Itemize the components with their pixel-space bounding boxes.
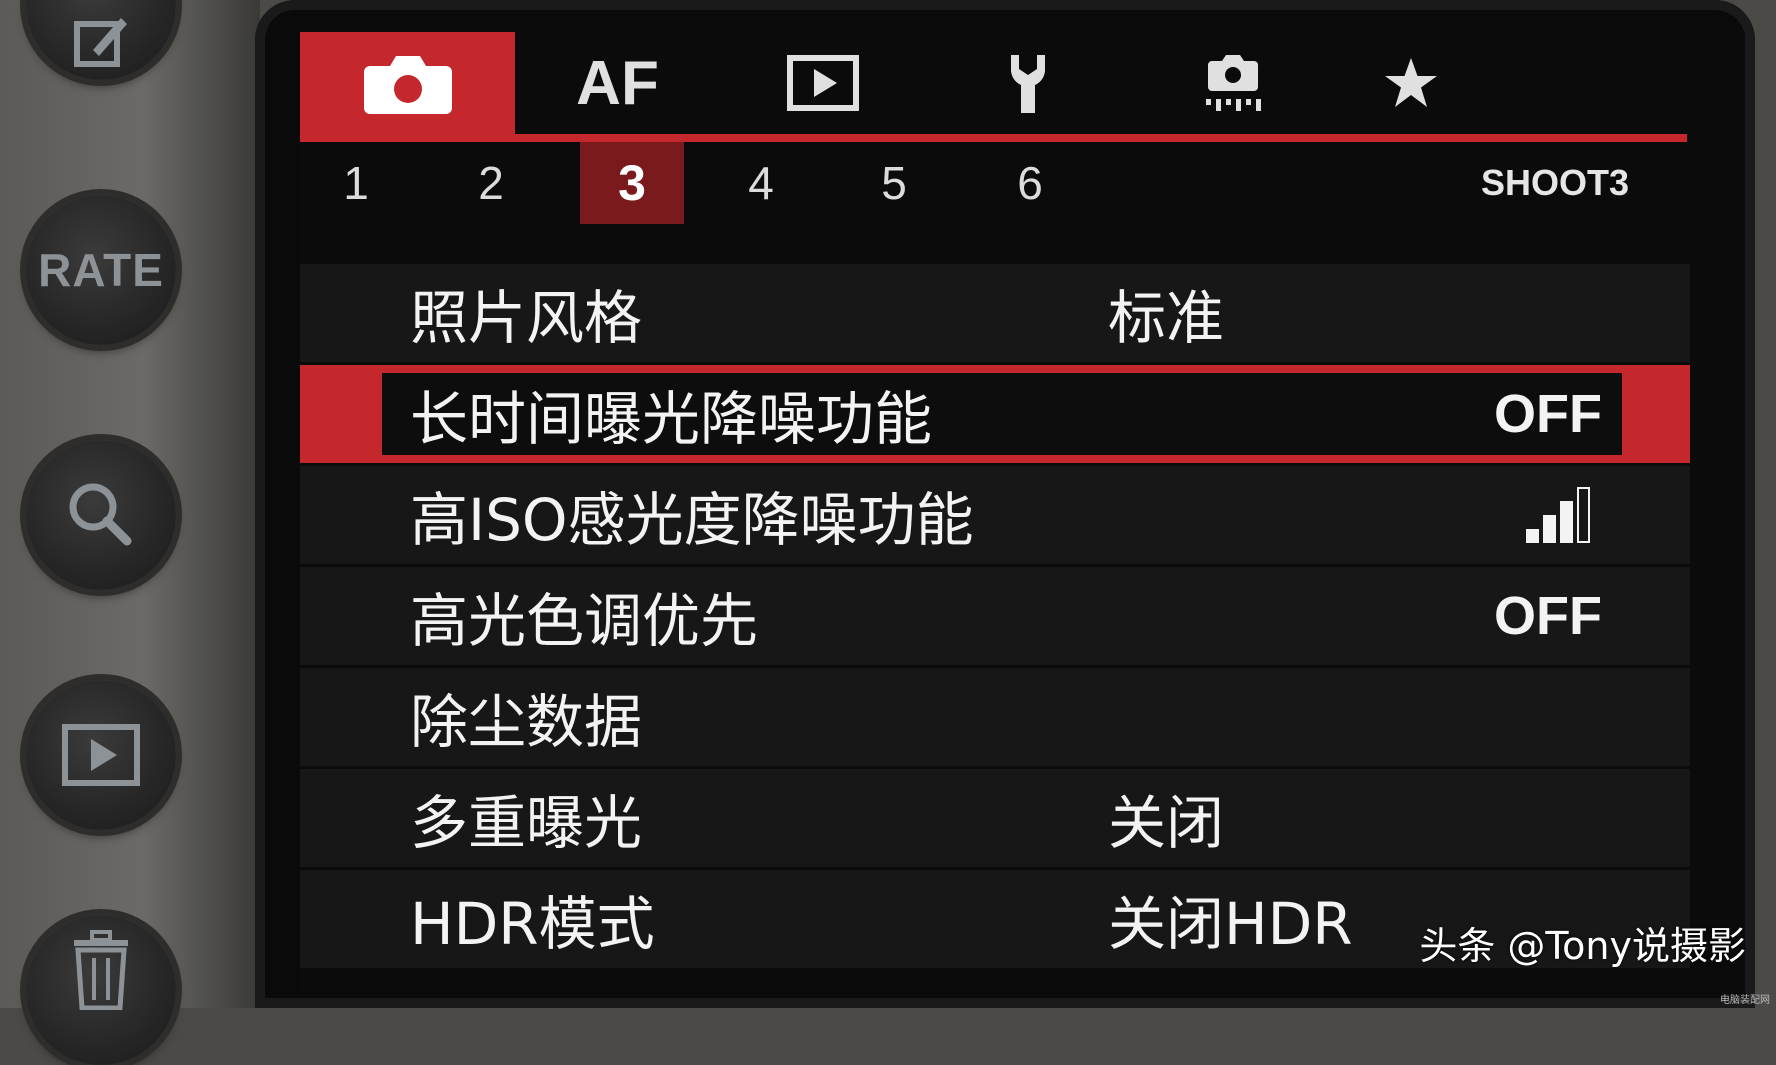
menu-item-value: 标准	[1108, 284, 1225, 352]
menu-item-label: HDR模式	[410, 890, 655, 958]
playback-button[interactable]	[26, 680, 176, 830]
lcd-screen: AF 1 2 3 4 5 6 SHOOT3 照片风格 标准 长时间曝光降噪功能 …	[255, 0, 1755, 1008]
menu-item-dust-delete-data[interactable]: 除尘数据	[300, 668, 1690, 769]
camera-body: RATE	[0, 0, 260, 1065]
subtab-bar: 1 2 3 4 5 6 SHOOT3	[300, 142, 1687, 224]
trash-icon	[74, 930, 128, 1010]
menu-item-value: 关闭HDR	[1108, 890, 1353, 958]
subtab-4[interactable]: 4	[711, 142, 811, 224]
menu-item-list: 照片风格 标准 长时间曝光降噪功能 OFF 高ISO感光度降噪功能 高光色调优先	[300, 264, 1690, 971]
rate-label: RATE	[38, 244, 164, 296]
camera-icon	[363, 56, 452, 114]
shooting-menu: AF 1 2 3 4 5 6 SHOOT3 照片风格 标准 长时间曝光降噪功能 …	[300, 32, 1745, 992]
menu-item-value: 关闭	[1108, 789, 1225, 857]
subtab-1[interactable]: 1	[306, 142, 406, 224]
menu-item-value: OFF	[1494, 384, 1602, 444]
custom-function-icon	[1205, 55, 1261, 111]
menu-item-picture-style[interactable]: 照片风格 标准	[300, 264, 1690, 365]
menu-item-label: 照片风格	[410, 284, 643, 352]
menu-item-value: OFF	[1494, 586, 1602, 646]
menu-item-label: 高光色调优先	[410, 587, 759, 655]
menu-item-long-exposure-nr[interactable]: 长时间曝光降噪功能 OFF	[300, 365, 1690, 466]
menu-item-multiple-exposure[interactable]: 多重曝光 关闭	[300, 769, 1690, 870]
playback-icon	[62, 724, 140, 786]
nr-level-bar	[1526, 529, 1539, 543]
magnify-button[interactable]	[26, 440, 176, 590]
nr-level-icon	[1526, 487, 1590, 543]
creative-assist-button[interactable]	[26, 0, 176, 80]
tab-custom-functions[interactable]	[1130, 32, 1335, 134]
tab-af-label: AF	[576, 48, 659, 118]
tab-shooting[interactable]	[300, 32, 515, 134]
wrench-icon	[1010, 55, 1045, 113]
tab-my-menu[interactable]	[1335, 32, 1487, 134]
magnify-icon	[69, 483, 132, 546]
menu-item-label: 长时间曝光降噪功能	[410, 385, 933, 453]
nr-level-bar	[1543, 515, 1556, 543]
menu-item-high-iso-nr[interactable]: 高ISO感光度降噪功能	[300, 466, 1690, 567]
edit-icon	[74, 18, 127, 67]
menu-item-label: 高ISO感光度降噪功能	[410, 486, 974, 554]
tab-af[interactable]: AF	[515, 32, 720, 134]
subtab-6[interactable]: 6	[980, 142, 1080, 224]
corner-logo: 电脑装配网	[1720, 995, 1770, 1006]
nr-level-bar	[1577, 487, 1590, 543]
subtab-3[interactable]: 3	[580, 142, 684, 224]
delete-button[interactable]	[26, 915, 176, 1065]
subtab-2[interactable]: 2	[441, 142, 541, 224]
tab-setup[interactable]	[925, 32, 1130, 134]
tab-playback[interactable]	[720, 32, 925, 134]
subtab-5[interactable]: 5	[844, 142, 944, 224]
watermark: 头条 @Tony说摄影	[1419, 924, 1746, 968]
nr-level-bar	[1560, 501, 1573, 543]
menu-item-label: 多重曝光	[410, 789, 643, 857]
menu-tabs: AF	[300, 32, 1687, 134]
playback-icon	[786, 55, 859, 111]
menu-item-label: 除尘数据	[410, 688, 643, 756]
star-icon	[1385, 58, 1437, 107]
menu-item-highlight-tone-priority[interactable]: 高光色调优先 OFF	[300, 567, 1690, 668]
menu-page-id: SHOOT3	[1480, 162, 1629, 203]
tab-underline	[300, 134, 1687, 142]
rate-button[interactable]: RATE	[26, 195, 176, 345]
